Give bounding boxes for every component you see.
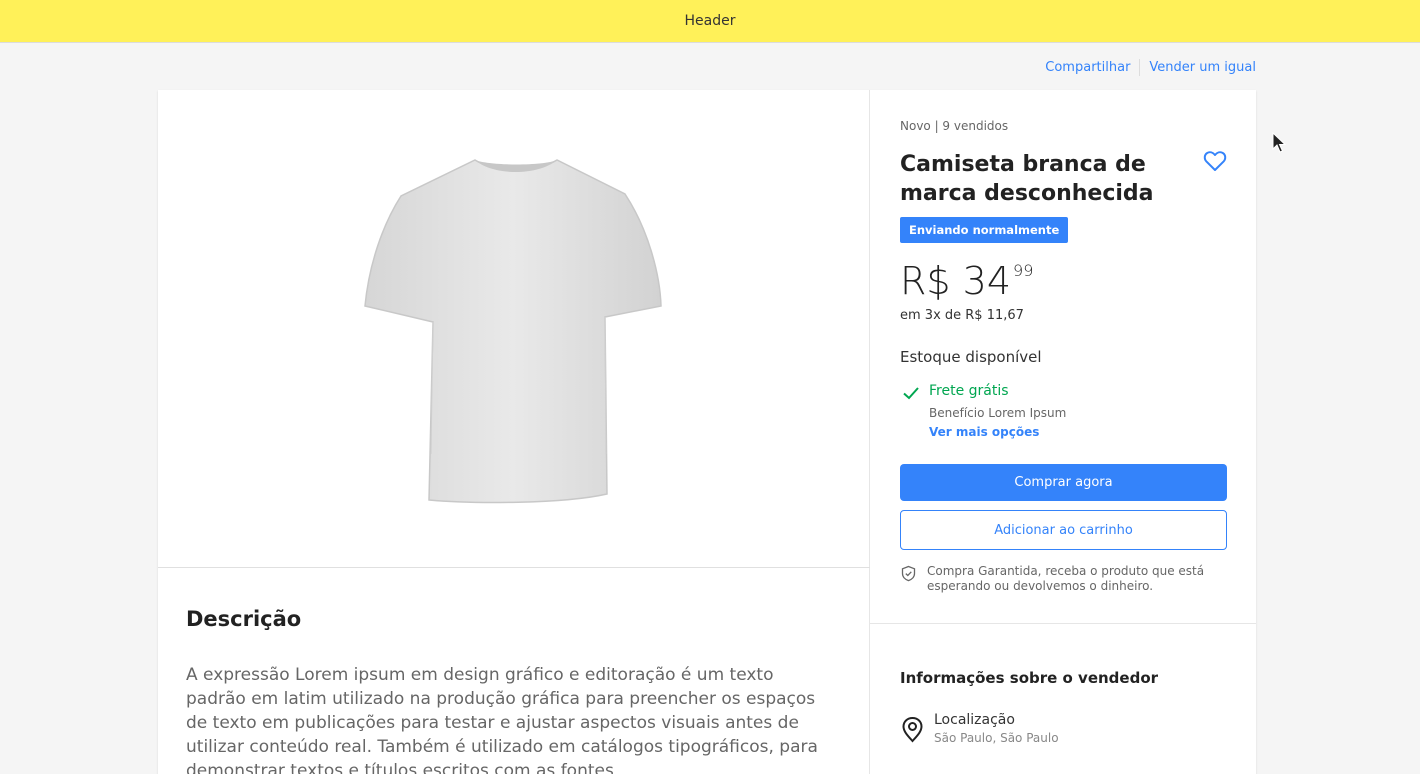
- shipping-status-badge: Enviando normalmente: [900, 217, 1069, 243]
- product-image[interactable]: [363, 154, 667, 506]
- sell-similar-link[interactable]: Vender um igual: [1149, 60, 1256, 75]
- seller-info-title: Informações sobre o vendedor: [900, 669, 1159, 687]
- location-label: Localização: [934, 712, 1015, 728]
- section-divider: [870, 623, 1256, 624]
- shield-check-icon: [901, 565, 916, 582]
- header-title: Header: [684, 13, 736, 29]
- location-value: São Paulo, São Paulo: [934, 731, 1059, 745]
- top-links: Compartilhar Vender um igual: [1045, 59, 1256, 76]
- product-gallery: [158, 90, 870, 568]
- shipping-title: Frete grátis: [929, 383, 1009, 399]
- more-shipping-options-link[interactable]: Ver mais opções: [929, 425, 1039, 439]
- description-title: Descrição: [186, 607, 302, 631]
- buy-now-button[interactable]: Comprar agora: [900, 464, 1227, 501]
- shipping-subtitle: Benefício Lorem Ipsum: [929, 406, 1067, 420]
- mouse-cursor-icon: [1272, 132, 1286, 153]
- check-icon: [903, 387, 919, 400]
- site-header: Header: [0, 0, 1420, 42]
- product-title: Camiseta branca de marca desconhecida: [900, 152, 1154, 206]
- link-separator: [1139, 59, 1141, 76]
- location-pin-icon: [902, 716, 923, 743]
- product-condition: Novo | 9 vendidos: [900, 119, 1009, 133]
- guarantee-text: Compra Garantida, receba o produto que e…: [927, 564, 1205, 593]
- heart-outline-icon[interactable]: [1203, 150, 1227, 172]
- share-link[interactable]: Compartilhar: [1045, 60, 1130, 75]
- stock-status: Estoque disponível: [900, 348, 1042, 366]
- buy-box: Novo | 9 vendidos Camiseta branca de mar…: [870, 90, 1256, 774]
- price: R$ 34 99: [900, 258, 1033, 304]
- left-column: Descrição A expressão Lorem ipsum em des…: [158, 90, 870, 774]
- price-cents: 99: [1013, 261, 1034, 280]
- price-main: R$ 34: [900, 259, 1012, 303]
- add-to-cart-button[interactable]: Adicionar ao carrinho: [900, 510, 1227, 550]
- description-text: A expressão Lorem ipsum em design gráfic…: [186, 665, 818, 774]
- installments: em 3x de R$ 11,67: [900, 308, 1024, 323]
- product-card: Descrição A expressão Lorem ipsum em des…: [158, 90, 1256, 774]
